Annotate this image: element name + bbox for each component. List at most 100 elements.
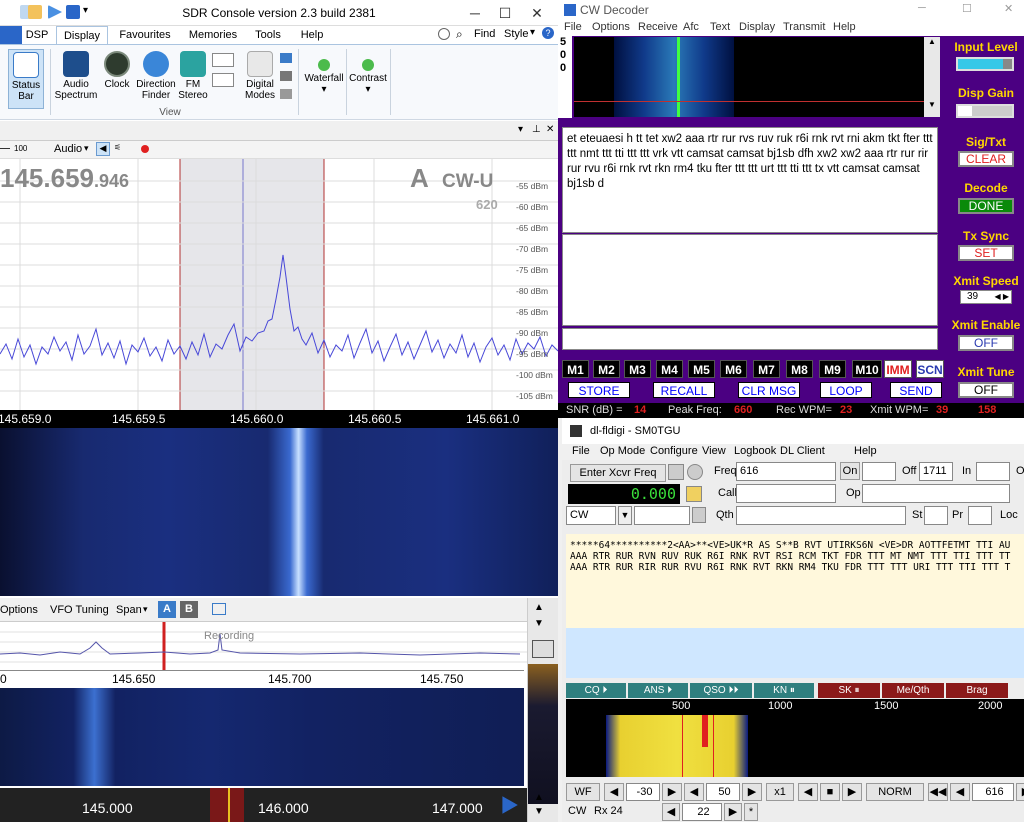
scn-button[interactable]: SCN: [916, 360, 944, 378]
rewind-icon[interactable]: ◀: [798, 783, 818, 801]
imm-button[interactable]: IMM: [884, 360, 912, 378]
tab-dsp[interactable]: DSP: [22, 26, 52, 44]
band-spectrum[interactable]: Recording: [0, 622, 527, 672]
maximize-button[interactable]: ☐: [490, 2, 520, 24]
transmit-text-panel[interactable]: [566, 628, 1024, 678]
tab-favourites[interactable]: Favourites: [112, 26, 178, 44]
panel-close-icon[interactable]: ✕: [546, 124, 554, 135]
waterfall-scale[interactable]: 500 1000 1500 2000: [566, 699, 1024, 715]
macro-sk-button[interactable]: SK ⏸: [818, 683, 880, 698]
prev-icon[interactable]: ◀: [684, 783, 704, 801]
digital-modes-button[interactable]: Digital Modes: [242, 49, 278, 107]
stop-icon[interactable]: ■: [820, 783, 840, 801]
clear-fields-icon[interactable]: [692, 507, 706, 523]
layout-icon[interactable]: [212, 53, 234, 67]
macro-m9[interactable]: M9: [819, 360, 846, 378]
table-icon[interactable]: [668, 464, 684, 480]
minimize-button[interactable]: ─: [918, 2, 926, 14]
range-field[interactable]: 50: [706, 783, 740, 801]
prev-icon[interactable]: ◀: [604, 783, 624, 801]
record-icon[interactable]: [141, 145, 149, 153]
macro-ans-button[interactable]: ANS ⏵: [628, 683, 688, 698]
cw-transmit-text[interactable]: [562, 234, 938, 326]
menu-transmit[interactable]: Transmit: [783, 21, 825, 33]
tab-help[interactable]: Help: [292, 26, 332, 44]
zoom-slider[interactable]: [0, 148, 10, 149]
menu-dl-client[interactable]: DL Client: [780, 445, 825, 457]
call-input[interactable]: [736, 484, 836, 503]
audio-dropdown-icon[interactable]: ▾: [84, 143, 89, 154]
spectrum-display[interactable]: 145.659.946 A CW-U 620 -55 dBm -60 dBm -…: [0, 159, 558, 410]
style-dropdown-icon[interactable]: ▾: [530, 27, 535, 38]
macro-m10[interactable]: M10: [852, 360, 882, 378]
fldigi-waterfall[interactable]: [566, 715, 1024, 777]
maximize-button[interactable]: ☐: [962, 2, 972, 15]
chart-icon[interactable]: [532, 640, 554, 658]
forward-icon[interactable]: ▶: [842, 783, 862, 801]
vfo-frequency[interactable]: 145.659.946: [0, 163, 129, 194]
macro-m1[interactable]: M1: [562, 360, 589, 378]
scroll-up-icon[interactable]: ▲: [534, 602, 544, 613]
macro-kn-button[interactable]: KN ⏸: [754, 683, 814, 698]
op-input[interactable]: [862, 484, 1010, 503]
close-button[interactable]: ✕: [1004, 2, 1013, 15]
macro-me-qth-button[interactable]: Me/Qth: [882, 683, 944, 698]
settings-icon[interactable]: [438, 28, 450, 40]
direction-finder-button[interactable]: Direction Finder: [134, 49, 178, 107]
menu-options[interactable]: Options: [592, 21, 630, 33]
recall-button[interactable]: RECALL: [653, 382, 715, 398]
xmit-speed-spinner[interactable]: 39 ◀ ▶: [960, 290, 1012, 304]
tab-file[interactable]: [0, 26, 22, 44]
menu-help[interactable]: Help: [833, 21, 856, 33]
on-time-field[interactable]: [862, 462, 896, 481]
menu-afc[interactable]: Afc: [683, 21, 699, 33]
audio-spectrum-button[interactable]: Audio Spectrum: [54, 49, 98, 107]
wf-mode-button[interactable]: WF: [566, 783, 600, 801]
scroll-up-icon[interactable]: ▲: [534, 792, 544, 803]
fm-stereo-button[interactable]: FM Stereo: [176, 49, 210, 107]
tool-icon[interactable]: [280, 71, 292, 81]
scroll-down-icon[interactable]: ▼: [534, 618, 544, 629]
macro-m5[interactable]: M5: [688, 360, 715, 378]
rewind-icon[interactable]: ◀: [950, 783, 970, 801]
zoom-button[interactable]: x1: [766, 783, 794, 801]
done-button[interactable]: DONE: [958, 198, 1014, 214]
vfo-a-button[interactable]: A: [158, 601, 176, 618]
volume-icon[interactable]: ⚟: [114, 143, 121, 152]
minimize-button[interactable]: ─: [460, 2, 490, 24]
menu-logbook[interactable]: Logbook: [734, 445, 776, 457]
menu-display[interactable]: Display: [739, 21, 775, 33]
macro-m7[interactable]: M7: [753, 360, 780, 378]
screen-icon[interactable]: [280, 53, 292, 63]
macro-m8[interactable]: M8: [786, 360, 813, 378]
off-time-field[interactable]: 1711: [919, 462, 953, 481]
macro-m6[interactable]: M6: [720, 360, 747, 378]
scroll-down-icon[interactable]: ▼: [924, 100, 940, 109]
span-menu[interactable]: Span: [116, 604, 142, 616]
speaker-icon[interactable]: ◀: [96, 142, 110, 156]
xmit-tune-button[interactable]: OFF: [958, 382, 1014, 398]
next-icon[interactable]: ▶: [724, 803, 742, 821]
vfo-b-button[interactable]: B: [180, 601, 198, 618]
pin-icon[interactable]: ⊥: [532, 124, 541, 135]
vfo-tuning-menu[interactable]: VFO Tuning: [50, 604, 109, 616]
macro-qso-button[interactable]: QSO ⏵⏵: [690, 683, 752, 698]
ref-level-field[interactable]: -30: [626, 783, 660, 801]
cw-spectrum-scrollbar[interactable]: ▲ ▼: [924, 37, 940, 117]
frequency-axis[interactable]: 145.659.0 145.659.5 145.660.0 145.660.5 …: [0, 410, 558, 428]
xmit-enable-button[interactable]: OFF: [958, 335, 1014, 351]
xcvr-frequency-display[interactable]: 0.000: [568, 484, 680, 504]
set-button[interactable]: SET: [958, 245, 1014, 261]
enter-xcvr-freq-button[interactable]: Enter Xcvr Freq: [570, 464, 666, 482]
main-waterfall[interactable]: [0, 428, 558, 596]
scroll-up-icon[interactable]: ▲: [924, 37, 940, 46]
send-button[interactable]: SEND: [890, 382, 942, 398]
menu-file[interactable]: File: [572, 445, 590, 457]
layout-icon[interactable]: [212, 73, 234, 87]
bandwidth-field[interactable]: [634, 506, 690, 525]
clr-msg-button[interactable]: CLR MSG: [738, 382, 800, 398]
scroll-down-icon[interactable]: ▼: [534, 806, 544, 817]
menu-text[interactable]: Text: [710, 21, 730, 33]
province-input[interactable]: [968, 506, 992, 525]
receive-text-panel[interactable]: *****64**********2<AA>**<VE>UK*R AS S**B…: [566, 534, 1024, 628]
